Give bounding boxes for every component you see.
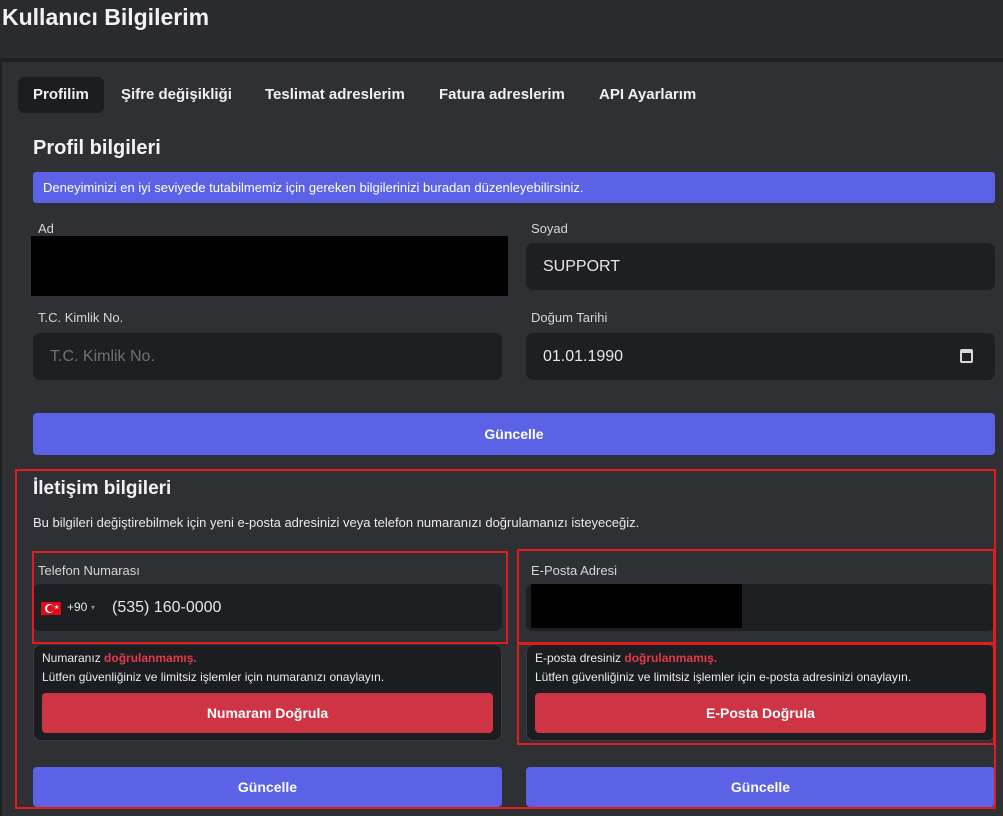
email-status: E-posta dresiniz doğrulanmamış. [535, 651, 718, 665]
email-unverified-warning: doğrulanmamış. [624, 651, 718, 665]
top-bar: Kullanıcı Bilgilerim [0, 0, 1003, 58]
tc-id-label: T.C. Kimlik No. [38, 310, 124, 325]
last-name-label: Soyad [531, 221, 568, 236]
contact-section-title: İletişim bilgileri [33, 478, 172, 499]
birth-date-label: Doğum Tarihi [531, 310, 608, 325]
tab-api-settings[interactable]: API Ayarlarım [599, 77, 696, 113]
tab-profile[interactable]: Profilim [18, 77, 104, 113]
phone-verify-card: Numaranız doğrulanmamış. Lütfen güvenliğ… [33, 644, 502, 741]
verify-email-button[interactable]: E-Posta Doğrula [535, 693, 986, 733]
dial-code[interactable]: +90 [67, 584, 87, 631]
country-dropdown-caret-icon[interactable]: ▾ [91, 584, 95, 631]
contact-description: Bu bilgileri değiştirebilmek için yeni e… [33, 515, 640, 530]
phone-label: Telefon Numarası [38, 563, 140, 578]
first-name-label: Ad [38, 221, 54, 236]
email-verify-card: E-posta dresiniz doğrulanmamış. Lütfen g… [526, 644, 995, 741]
phone-update-button[interactable]: Güncelle [33, 767, 502, 807]
profile-update-button[interactable]: Güncelle [33, 413, 995, 455]
phone-unverified-warning: doğrulanmamış. [104, 651, 197, 665]
turkey-flag-icon[interactable]: ★ [41, 602, 61, 615]
email-value [531, 584, 742, 628]
phone-field[interactable]: ★ +90 ▾ (535) 160-0000 [33, 584, 502, 631]
tab-billing-addresses[interactable]: Fatura adreslerim [439, 77, 565, 113]
email-label: E-Posta Adresi [531, 563, 617, 578]
email-update-button[interactable]: Güncelle [526, 767, 995, 807]
last-name-field[interactable]: SUPPORT [526, 243, 995, 290]
tab-password-change[interactable]: Şifre değişikliği [121, 77, 232, 113]
calendar-icon[interactable] [960, 349, 973, 363]
phone-status: Numaranız doğrulanmamış. [42, 651, 197, 665]
email-verify-help: Lütfen güvenliğiniz ve limitsiz işlemler… [535, 670, 912, 684]
verify-phone-button[interactable]: Numaranı Doğrula [42, 693, 493, 733]
birth-date-field[interactable]: 01.01.1990 [526, 333, 995, 380]
profile-panel: Profilim Şifre değişikliği Teslimat adre… [2, 62, 1003, 816]
profile-section-title: Profil bilgileri [33, 137, 161, 159]
phone-verify-help: Lütfen güvenliğiniz ve limitsiz işlemler… [42, 670, 385, 684]
phone-value: (535) 160-0000 [112, 599, 222, 616]
tc-id-field[interactable]: T.C. Kimlik No. [33, 333, 502, 380]
first-name-field[interactable] [31, 236, 508, 296]
tab-delivery-addresses[interactable]: Teslimat adreslerim [265, 77, 405, 113]
page-title: Kullanıcı Bilgilerim [2, 4, 210, 30]
birth-date-value: 01.01.1990 [543, 348, 624, 365]
profile-info-banner: Deneyiminizi en iyi seviyede tutabilmemi… [33, 172, 995, 203]
